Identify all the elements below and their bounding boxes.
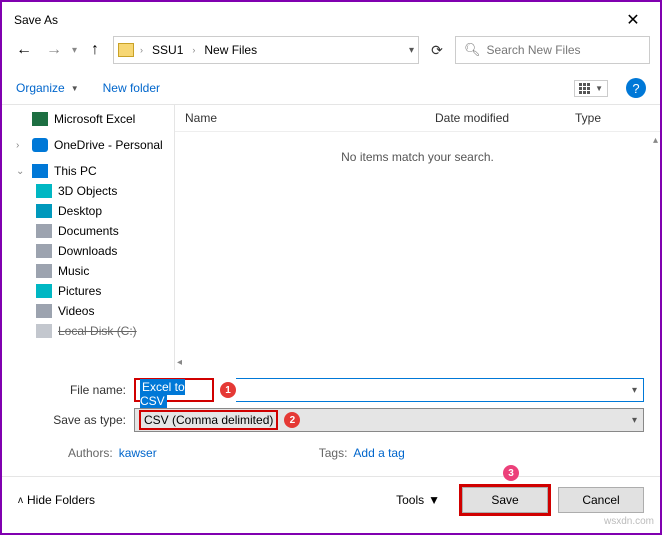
empty-message: No items match your search.: [175, 132, 660, 370]
scroll-up-icon[interactable]: ▴: [653, 135, 658, 146]
filename-value: Excel to CSV: [140, 379, 185, 409]
filename-dropdown-icon[interactable]: ▾: [632, 385, 637, 396]
sidebar-item-thispc[interactable]: ⌄This PC: [2, 161, 174, 181]
path-separator-icon: ›: [190, 45, 197, 55]
close-button[interactable]: ✕: [618, 10, 648, 30]
chevron-up-icon: ʌ: [18, 495, 23, 506]
tags-value[interactable]: Add a tag: [353, 446, 404, 460]
sidebar-item-music[interactable]: Music: [2, 261, 174, 281]
path-separator-icon: ›: [138, 45, 145, 55]
disk-icon: [36, 324, 52, 338]
sidebar-item-desktop[interactable]: Desktop: [2, 201, 174, 221]
new-folder-button[interactable]: New folder: [103, 81, 160, 95]
folder-icon: [118, 43, 134, 57]
tags-label: Tags:: [319, 446, 348, 460]
sidebar-item-documents[interactable]: Documents: [2, 221, 174, 241]
videos-icon: [36, 304, 52, 318]
nav-row: ← → ▾ ↑ › SSU1 › New Files ▾ ⟳ 🔍︎ Search…: [2, 34, 660, 72]
path-segment-newfiles[interactable]: New Files: [201, 43, 260, 57]
column-date[interactable]: Date modified: [435, 111, 575, 125]
chevron-down-icon: ▼: [595, 84, 603, 93]
chevron-down-icon: ▼: [428, 493, 440, 507]
back-button[interactable]: ←: [12, 38, 36, 62]
authors-value[interactable]: kawser: [119, 446, 157, 460]
title-bar: Save As ✕: [2, 2, 660, 34]
column-headers: Name Date modified Type: [175, 105, 660, 132]
annotation-badge-1: 1: [220, 382, 236, 398]
search-input[interactable]: 🔍︎ Search New Files: [455, 36, 650, 64]
address-dropdown-icon[interactable]: ▾: [409, 45, 414, 56]
hide-folders-button[interactable]: ʌ Hide Folders: [18, 493, 95, 507]
documents-icon: [36, 224, 52, 238]
annotation-badge-2: 2: [284, 412, 300, 428]
window-title: Save As: [14, 13, 58, 27]
pictures-icon: [36, 284, 52, 298]
sidebar-item-downloads[interactable]: Downloads: [2, 241, 174, 261]
refresh-button[interactable]: ⟳: [425, 38, 449, 62]
sidebar-item-3dobjects[interactable]: 3D Objects: [2, 181, 174, 201]
address-bar[interactable]: › SSU1 › New Files ▾: [113, 36, 419, 64]
search-placeholder: Search New Files: [487, 43, 581, 57]
sidebar-item-localdisk[interactable]: Local Disk (C:): [2, 321, 174, 341]
sidebar-item-pictures[interactable]: Pictures: [2, 281, 174, 301]
column-name[interactable]: Name: [185, 111, 435, 125]
tools-button[interactable]: Tools ▼: [396, 493, 440, 507]
save-fields: File name: Excel to CSV 1 ▾ Save as type…: [2, 370, 660, 476]
sidebar-item-excel[interactable]: Microsoft Excel: [2, 109, 174, 129]
excel-icon: [32, 112, 48, 126]
cube-icon: [36, 184, 52, 198]
filename-label: File name:: [18, 383, 134, 397]
search-icon: 🔍︎: [464, 42, 481, 58]
toolbar: Organize ▼ New folder ▼ ?: [2, 72, 660, 105]
organize-button[interactable]: Organize ▼: [16, 81, 79, 95]
sidebar-item-videos[interactable]: Videos: [2, 301, 174, 321]
cloud-icon: [32, 138, 48, 152]
save-button[interactable]: Save: [462, 487, 548, 513]
sidebar: Microsoft Excel ›OneDrive - Personal ⌄Th…: [2, 105, 174, 370]
savetype-dropdown-icon[interactable]: ▾: [632, 415, 637, 426]
sidebar-item-onedrive[interactable]: ›OneDrive - Personal: [2, 135, 174, 155]
chevron-down-icon: ▼: [71, 84, 79, 93]
pc-icon: [32, 164, 48, 178]
column-type[interactable]: Type: [575, 111, 650, 125]
savetype-value: CSV (Comma delimited): [139, 410, 278, 430]
scroll-left-icon[interactable]: ◂: [177, 357, 182, 368]
view-grid-icon: [579, 83, 590, 94]
desktop-icon: [36, 204, 52, 218]
history-dropdown[interactable]: ▾: [72, 45, 77, 56]
watermark: wsxdn.com: [604, 516, 654, 527]
footer: ʌ Hide Folders Tools ▼ 3 Save Cancel: [2, 476, 660, 523]
annotation-badge-3: 3: [503, 465, 519, 481]
savetype-select[interactable]: CSV (Comma delimited) 2 ▾: [134, 408, 644, 432]
filename-input[interactable]: Excel to CSV: [134, 378, 214, 402]
cancel-button[interactable]: Cancel: [558, 487, 644, 513]
file-list[interactable]: Name Date modified Type ▴ No items match…: [174, 105, 660, 370]
path-segment-ssu1[interactable]: SSU1: [149, 43, 186, 57]
authors-label: Authors:: [68, 446, 113, 460]
savetype-label: Save as type:: [18, 413, 134, 427]
help-button[interactable]: ?: [626, 78, 646, 98]
downloads-icon: [36, 244, 52, 258]
view-button[interactable]: ▼: [574, 80, 608, 97]
main-area: Microsoft Excel ›OneDrive - Personal ⌄Th…: [2, 105, 660, 370]
up-button[interactable]: ↑: [83, 38, 107, 62]
music-icon: [36, 264, 52, 278]
forward-button[interactable]: →: [42, 38, 66, 62]
